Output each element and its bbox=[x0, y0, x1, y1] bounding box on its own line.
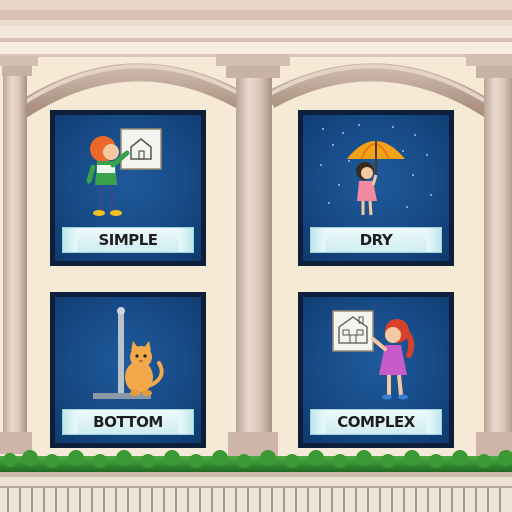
card-panel: BOTTOM bbox=[55, 297, 201, 443]
card-word-label: COMPLEX bbox=[310, 409, 442, 435]
game-scene: SIMPLE DRY BOTTOM COMPLEX bbox=[0, 0, 512, 512]
word-card-bottom[interactable]: BOTTOM bbox=[50, 292, 206, 448]
girl-drawing-complex-house-illustration bbox=[332, 310, 415, 400]
card-word-label: SIMPLE bbox=[62, 227, 194, 253]
card-panel: DRY bbox=[303, 115, 449, 261]
girl-umbrella-rain-illustration bbox=[320, 124, 432, 216]
word-card-complex[interactable]: COMPLEX bbox=[298, 292, 454, 448]
card-word-label: DRY bbox=[310, 227, 442, 253]
cat-at-pole-bottom-illustration bbox=[93, 307, 164, 399]
word-card-dry[interactable]: DRY bbox=[298, 110, 454, 266]
card-word-label: BOTTOM bbox=[62, 409, 194, 435]
card-panel: COMPLEX bbox=[303, 297, 449, 443]
card-panel: SIMPLE bbox=[55, 115, 201, 261]
word-card-simple[interactable]: SIMPLE bbox=[50, 110, 206, 266]
boy-drawing-house-illustration bbox=[86, 128, 162, 216]
